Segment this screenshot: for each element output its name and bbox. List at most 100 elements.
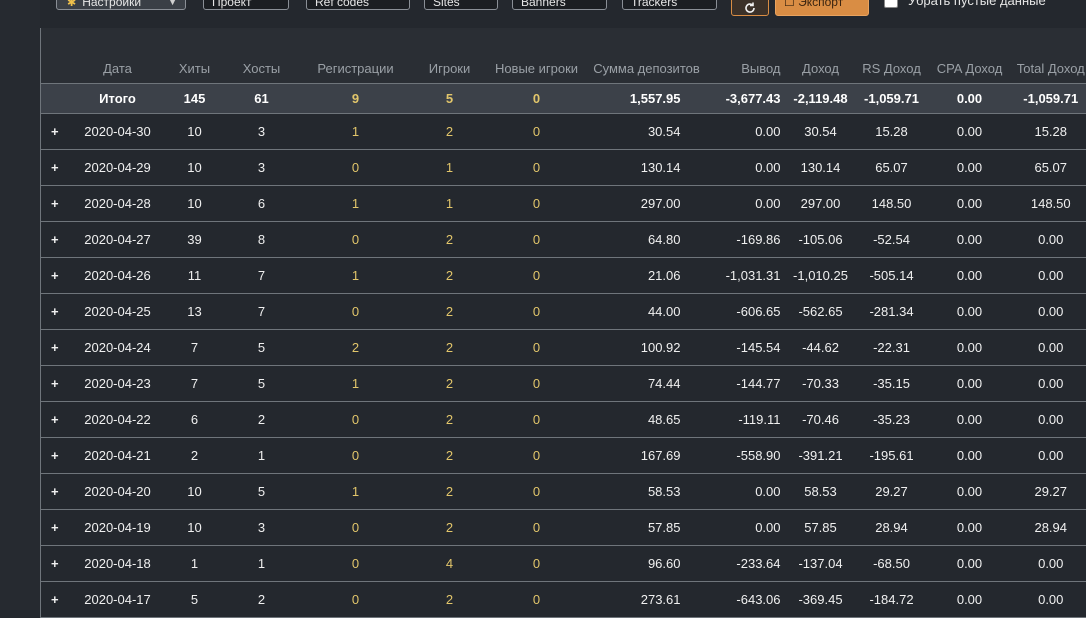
- expand-row-button[interactable]: +: [41, 294, 69, 330]
- row-rs-income: -35.23: [857, 402, 927, 438]
- row-withdrawal: -119.11: [709, 402, 785, 438]
- total-withdrawal: -3,677.43: [709, 84, 785, 114]
- expand-row-button[interactable]: +: [41, 114, 69, 150]
- refresh-icon: [743, 1, 757, 15]
- hide-empty-checkbox[interactable]: [884, 0, 898, 8]
- row-withdrawal: -606.65: [709, 294, 785, 330]
- header-hits[interactable]: Хиты: [167, 28, 223, 84]
- row-income: -44.62: [785, 330, 857, 366]
- row-total-income: 148.50: [1013, 186, 1086, 222]
- expand-row-button[interactable]: +: [41, 186, 69, 222]
- row-deposits: 273.61: [585, 582, 709, 618]
- row-income: -137.04: [785, 546, 857, 582]
- banners-filter[interactable]: Banners: [512, 0, 607, 10]
- row-deposits: 30.54: [585, 114, 709, 150]
- total-income: -2,119.48: [785, 84, 857, 114]
- expand-row-button[interactable]: +: [41, 546, 69, 582]
- row-total-income: 0.00: [1013, 438, 1086, 474]
- row-hosts: 5: [223, 366, 301, 402]
- header-players[interactable]: Игроки: [411, 28, 489, 84]
- row-players: 2: [411, 294, 489, 330]
- project-filter[interactable]: Проект: [203, 0, 289, 10]
- chevron-down-icon: ▼: [168, 0, 177, 10]
- row-players: 2: [411, 438, 489, 474]
- row-new-players: 0: [489, 366, 585, 402]
- table-row: +2020-04-2739802064.80-169.86-105.06-52.…: [41, 222, 1086, 258]
- row-cpa-income: 0.00: [927, 366, 1013, 402]
- header-deposits[interactable]: Сумма депозитов: [585, 28, 709, 84]
- export-button[interactable]: ☐ Экспорт: [775, 0, 869, 16]
- gear-icon: ✱: [67, 0, 76, 9]
- row-rs-income: 148.50: [857, 186, 927, 222]
- row-new-players: 0: [489, 222, 585, 258]
- header-cpa-income[interactable]: CPA Доход: [927, 28, 1013, 84]
- header-income[interactable]: Доход: [785, 28, 857, 84]
- row-deposits: 44.00: [585, 294, 709, 330]
- row-hits: 1: [167, 546, 223, 582]
- row-total-income: 65.07: [1013, 150, 1086, 186]
- header-hosts[interactable]: Хосты: [223, 28, 301, 84]
- row-rs-income: -505.14: [857, 258, 927, 294]
- header-rs-income[interactable]: RS Доход: [857, 28, 927, 84]
- row-cpa-income: 0.00: [927, 402, 1013, 438]
- expand-row-button[interactable]: +: [41, 402, 69, 438]
- row-players: 2: [411, 474, 489, 510]
- row-new-players: 0: [489, 438, 585, 474]
- table-row: +2020-04-28106110297.000.00297.00148.500…: [41, 186, 1086, 222]
- row-income: 58.53: [785, 474, 857, 510]
- stats-table: Дата Хиты Хосты Регистрации Игроки Новые…: [40, 28, 1086, 618]
- row-cpa-income: 0.00: [927, 582, 1013, 618]
- row-deposits: 130.14: [585, 150, 709, 186]
- expand-row-button[interactable]: +: [41, 438, 69, 474]
- header-date[interactable]: Дата: [69, 28, 167, 84]
- stats-table-container: Дата Хиты Хосты Регистрации Игроки Новые…: [40, 28, 1077, 618]
- row-hits: 2: [167, 438, 223, 474]
- total-label: Итого: [69, 84, 167, 114]
- row-date: 2020-04-30: [69, 114, 167, 150]
- row-players: 2: [411, 222, 489, 258]
- total-rs-income: -1,059.71: [857, 84, 927, 114]
- refresh-button[interactable]: [731, 0, 769, 16]
- row-withdrawal: -145.54: [709, 330, 785, 366]
- refcodes-filter[interactable]: Ref codes: [306, 0, 410, 10]
- row-income: -1,010.25: [785, 258, 857, 294]
- row-new-players: 0: [489, 294, 585, 330]
- row-rs-income: 29.27: [857, 474, 927, 510]
- expand-row-button[interactable]: +: [41, 258, 69, 294]
- header-total-income[interactable]: Total Доход: [1013, 28, 1086, 84]
- settings-dropdown[interactable]: ✱Настройки ▼: [56, 0, 186, 10]
- row-deposits: 21.06: [585, 258, 709, 294]
- header-registrations[interactable]: Регистрации: [301, 28, 411, 84]
- row-rs-income: 65.07: [857, 150, 927, 186]
- row-rs-income: -35.15: [857, 366, 927, 402]
- header-new-players[interactable]: Новые игроки: [489, 28, 585, 84]
- sites-filter[interactable]: Sites: [424, 0, 498, 10]
- expand-row-button[interactable]: +: [41, 474, 69, 510]
- row-date: 2020-04-17: [69, 582, 167, 618]
- row-income: -105.06: [785, 222, 857, 258]
- row-withdrawal: -169.86: [709, 222, 785, 258]
- trackers-filter[interactable]: Trackers: [622, 0, 717, 10]
- table-header-row: Дата Хиты Хосты Регистрации Игроки Новые…: [41, 28, 1086, 84]
- row-hosts: 5: [223, 474, 301, 510]
- row-hosts: 2: [223, 402, 301, 438]
- row-rs-income: -184.72: [857, 582, 927, 618]
- row-registrations: 1: [301, 366, 411, 402]
- row-deposits: 58.53: [585, 474, 709, 510]
- expand-row-button[interactable]: +: [41, 366, 69, 402]
- row-hits: 10: [167, 150, 223, 186]
- row-date: 2020-04-25: [69, 294, 167, 330]
- row-registrations: 1: [301, 114, 411, 150]
- total-row: Итого 145 61 9 5 0 1,557.95 -3,677.43 -2…: [41, 84, 1086, 114]
- row-new-players: 0: [489, 330, 585, 366]
- expand-row-button[interactable]: +: [41, 150, 69, 186]
- expand-row-button[interactable]: +: [41, 330, 69, 366]
- row-players: 2: [411, 114, 489, 150]
- row-cpa-income: 0.00: [927, 474, 1013, 510]
- header-withdrawal[interactable]: Вывод: [709, 28, 785, 84]
- expand-row-button[interactable]: +: [41, 222, 69, 258]
- expand-row-button[interactable]: +: [41, 582, 69, 618]
- expand-row-button[interactable]: +: [41, 510, 69, 546]
- row-rs-income: -22.31: [857, 330, 927, 366]
- left-gutter: [0, 0, 40, 610]
